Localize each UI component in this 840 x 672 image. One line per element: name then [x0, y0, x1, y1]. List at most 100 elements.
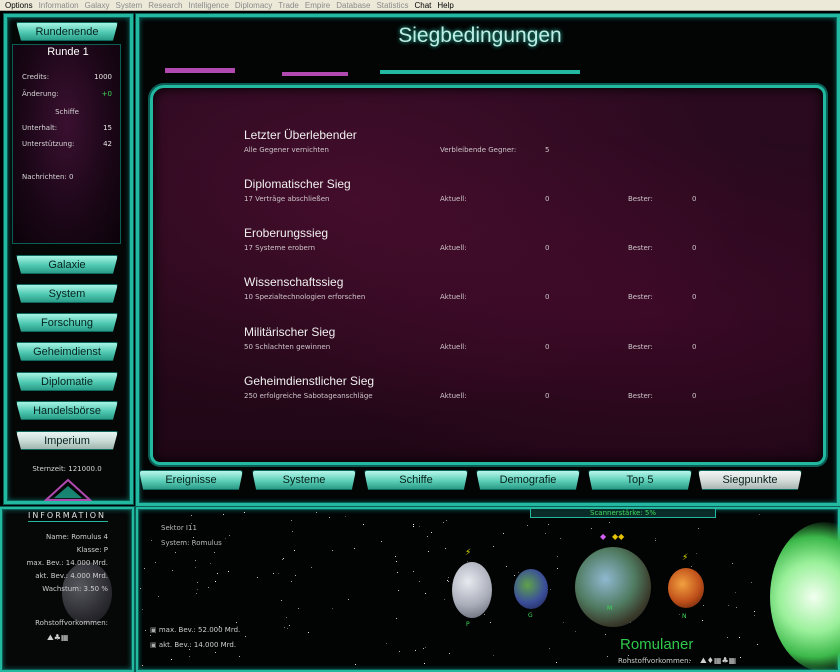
condition-current-label: Aktuell:: [440, 392, 467, 400]
star-dot: [285, 616, 287, 618]
star-dot: [556, 567, 558, 569]
menu-item-system[interactable]: System: [113, 0, 146, 11]
condition-name: Geheimdienstlicher Sieg: [244, 374, 375, 388]
condition-description: 17 Verträge abschließen: [244, 195, 330, 203]
star-dot: [286, 627, 288, 629]
star-dot: [235, 622, 237, 624]
menu-item-intelligence[interactable]: Intelligence: [185, 0, 231, 11]
messages-count: Nachrichten: 0: [22, 173, 74, 181]
planet-class: Klasse: P: [76, 546, 108, 554]
planet-max-population: max. Bev.: 14.000 Mrd.: [26, 559, 108, 567]
star-dot: [284, 627, 286, 629]
star-dot: [288, 624, 290, 626]
nav-system-button[interactable]: System: [16, 284, 118, 303]
star-dot: [701, 619, 703, 621]
support-label: Unterstützung:: [22, 140, 75, 148]
nav-galaxy-button[interactable]: Galaxie: [16, 255, 118, 274]
end-turn-button[interactable]: Rundenende: [16, 22, 118, 41]
star-dot: [754, 614, 756, 616]
nav-research-button[interactable]: Forschung: [16, 313, 118, 332]
star-dot: [419, 580, 421, 582]
star-dot: [142, 664, 144, 666]
planet-current-population: akt. Bev.: 4.000 Mrd.: [35, 572, 108, 580]
star-dot: [385, 643, 387, 645]
star-dot: [425, 592, 427, 594]
victory-condition: Militärischer Sieg 50 Schlachten gewinnen…: [244, 325, 764, 355]
star-dot: [196, 593, 198, 595]
star-dot: [315, 512, 317, 513]
star-dot: [396, 571, 398, 573]
star-dot: [505, 565, 507, 567]
victory-condition: Diplomatischer Sieg 17 Verträge abschließ…: [244, 177, 764, 207]
planet-g[interactable]: [514, 569, 548, 609]
star-dot: [654, 539, 656, 541]
planet-label-m: M: [607, 605, 613, 612]
menu-item-chat[interactable]: Chat: [411, 0, 434, 11]
star-dot: [172, 569, 174, 571]
condition-best-value: 0: [692, 392, 697, 400]
tab-ships[interactable]: Schiffe: [364, 470, 468, 490]
tab-victory-points[interactable]: Siegpunkte: [698, 470, 802, 490]
planet-p[interactable]: [452, 562, 492, 618]
population-icon: ▣: [150, 626, 159, 634]
support-row: Unterstützung: 42: [22, 140, 112, 148]
star-dot: [243, 512, 245, 514]
star-dot: [245, 636, 247, 638]
condition-name: Wissenschaftssieg: [244, 275, 344, 289]
condition-current-label: Aktuell:: [440, 293, 467, 301]
star-dot: [695, 553, 697, 555]
planet-label-p: P: [466, 621, 470, 628]
star-dot: [428, 551, 430, 553]
star-dot: [362, 524, 364, 526]
menu-item-empire[interactable]: Empire: [302, 0, 333, 11]
nav-intelligence-button[interactable]: Geheimdienst: [16, 342, 118, 361]
lightning-icon: ⚡: [682, 553, 689, 563]
upkeep-value: 15: [103, 124, 112, 132]
star-dot: [157, 595, 159, 597]
tab-demography[interactable]: Demografie: [476, 470, 580, 490]
menu-item-research[interactable]: Research: [145, 0, 185, 11]
condition-current-value: 0: [545, 293, 550, 301]
star-dot: [207, 586, 209, 588]
menu-item-help[interactable]: Help: [434, 0, 456, 11]
nav-diplomacy-button[interactable]: Diplomatie: [16, 372, 118, 391]
menu-item-diplomacy[interactable]: Diplomacy: [232, 0, 275, 11]
resource-icons: ⛰♣▦: [47, 633, 69, 642]
star-dot: [257, 577, 259, 579]
condition-name: Letzter Überlebender: [244, 128, 357, 142]
star-dot: [398, 651, 400, 653]
tab-events[interactable]: Ereignisse: [139, 470, 243, 490]
condition-current-value: 0: [545, 244, 550, 252]
nav-trade-button[interactable]: Handelsbörse: [16, 401, 118, 420]
system-current-population-value: akt. Bev.: 14.000 Mrd.: [158, 641, 237, 649]
star-dot: [197, 589, 199, 591]
change-value: +0: [101, 90, 112, 98]
star-dot: [489, 622, 491, 624]
condition-description: 10 Spezialtechnologien erforschen: [244, 293, 366, 301]
menu-item-galaxy[interactable]: Galaxy: [82, 0, 113, 11]
tab-systems[interactable]: Systeme: [252, 470, 356, 490]
tab-top5[interactable]: Top 5: [588, 470, 692, 490]
planet-m-homeworld[interactable]: [575, 547, 651, 627]
star-dot: [738, 636, 740, 638]
star-dot: [331, 549, 333, 551]
star-dot: [273, 573, 275, 575]
stardate: Sternzeit: 121000.0: [32, 465, 102, 473]
star-dot: [605, 634, 607, 636]
condition-best-label: Bester:: [628, 343, 653, 351]
star-dot: [332, 608, 334, 610]
menu-item-statistics[interactable]: Statistics: [373, 0, 411, 11]
star-dot: [430, 531, 432, 533]
menu-item-information[interactable]: Information: [36, 0, 82, 11]
upkeep-label: Unterhalt:: [22, 124, 58, 132]
frame-decoration: [165, 68, 235, 73]
planet-n[interactable]: [668, 568, 704, 608]
star-dot: [412, 523, 414, 525]
menu-item-options[interactable]: Options: [2, 0, 36, 11]
star-dot: [419, 526, 421, 528]
condition-name: Eroberungssieg: [244, 226, 329, 240]
star-dot: [397, 589, 399, 591]
menu-item-trade[interactable]: Trade: [275, 0, 302, 11]
menu-item-database[interactable]: Database: [333, 0, 373, 11]
nav-empire-button[interactable]: Imperium: [16, 431, 118, 450]
